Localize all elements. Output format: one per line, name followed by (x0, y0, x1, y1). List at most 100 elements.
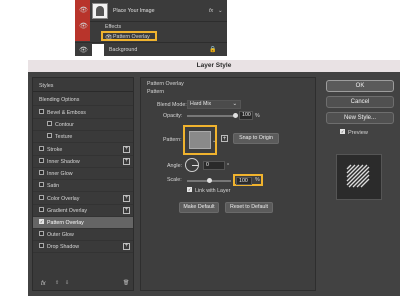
angle-input[interactable]: 0 (203, 161, 225, 170)
lock-icon: 🔒 (209, 47, 217, 53)
style-item-label: Stroke (47, 147, 63, 153)
style-item-outer-glow[interactable]: Outer Glow (33, 229, 133, 241)
eye-icon[interactable]: 👁 (79, 47, 88, 55)
degree-sign: ° (227, 163, 230, 169)
style-item-color-overlay[interactable]: Color Overlay + (33, 193, 133, 205)
style-item-pattern-overlay[interactable]: ✓ Pattern Overlay (33, 217, 133, 229)
checkbox[interactable] (39, 158, 44, 164)
style-item-satin[interactable]: Satin (33, 180, 133, 192)
layers-panel: 👁 Place Your Image fx ⌄ 👁 Effects 👁 Patt… (75, 0, 227, 56)
checkbox[interactable] (39, 109, 44, 115)
scale-slider-handle[interactable] (207, 178, 212, 183)
style-item-blending-options[interactable]: Blending Options (33, 94, 133, 106)
checkbox-checked[interactable]: ✓ (340, 129, 345, 135)
add-icon[interactable]: + (123, 146, 130, 153)
style-item-label: Inner Shadow (47, 159, 80, 165)
angle-value: 0 (206, 162, 209, 168)
checkbox[interactable] (47, 121, 52, 127)
opacity-slider-track[interactable] (187, 113, 238, 118)
checkbox[interactable] (39, 207, 44, 213)
style-item-label: Color Overlay (47, 196, 80, 202)
effects-row[interactable]: 👁 Effects (75, 22, 227, 31)
angle-label: Angle: (167, 163, 183, 169)
pattern-overlay-effect-row[interactable]: 👁 Pattern Overlay (75, 31, 227, 41)
scale-label: Scale: (167, 177, 182, 183)
style-item-label: Bevel & Emboss (47, 110, 86, 116)
style-item-gradient-overlay[interactable]: Gradient Overlay + (33, 205, 133, 217)
cancel-button[interactable]: Cancel (326, 96, 394, 108)
arrow-up-icon[interactable]: ⇧ (55, 280, 59, 286)
eye-icon[interactable]: 👁 (79, 23, 88, 31)
scale-percent: % (255, 177, 260, 183)
add-icon[interactable]: + (123, 243, 130, 250)
background-thumbnail (92, 44, 104, 56)
checkbox[interactable] (39, 146, 44, 152)
snap-to-origin-button[interactable]: Snap to Origin (233, 133, 279, 144)
group-title: Pattern (147, 89, 165, 95)
style-item-label: Gradient Overlay (47, 208, 88, 214)
checkbox[interactable] (47, 133, 52, 139)
opacity-slider-handle[interactable] (233, 113, 238, 118)
styles-list: Styles Blending Options Bevel & Emboss C… (32, 77, 134, 291)
opacity-value: 100 (242, 112, 251, 118)
fx-badge[interactable]: fx (209, 8, 213, 14)
checkbox[interactable] (39, 243, 44, 249)
chevron-down-icon[interactable]: ⌄ (218, 8, 222, 14)
add-icon[interactable]: + (123, 207, 130, 214)
preview-thumbnail (337, 155, 381, 199)
make-default-button[interactable]: Make Default (179, 202, 219, 213)
style-item-inner-glow[interactable]: Inner Glow (33, 168, 133, 180)
style-preview (336, 154, 382, 200)
checkbox[interactable] (39, 170, 44, 176)
pattern-picker-highlight[interactable]: ⌄ (183, 125, 217, 155)
preview-label: Preview (348, 130, 368, 136)
add-icon[interactable]: + (123, 158, 130, 165)
new-preset-icon[interactable]: + (221, 135, 228, 142)
add-icon[interactable]: + (123, 195, 130, 202)
ok-button[interactable]: OK (326, 80, 394, 92)
chevron-down-icon[interactable]: ⌄ (212, 138, 216, 144)
angle-dial[interactable] (185, 158, 199, 172)
style-item-contour[interactable]: Contour (33, 119, 133, 131)
link-with-layer-option[interactable]: ✓ Link with Layer (187, 187, 231, 194)
scale-input[interactable]: 100 (236, 177, 252, 185)
checkbox-checked[interactable]: ✓ (187, 187, 192, 193)
style-item-label: Inner Glow (47, 171, 73, 177)
preview-option[interactable]: ✓ Preview (340, 129, 368, 136)
link-with-layer-label: Link with Layer (195, 188, 231, 194)
checkbox[interactable] (39, 182, 44, 188)
scale-slider-track[interactable] (187, 178, 231, 183)
pattern-label: Pattern: (163, 137, 182, 143)
effects-label: Effects (105, 24, 122, 30)
style-item-drop-shadow[interactable]: Drop Shadow + (33, 241, 133, 253)
eye-icon[interactable]: 👁 (105, 34, 113, 41)
style-item-bevel-emboss[interactable]: Bevel & Emboss (33, 107, 133, 119)
chevron-down-icon: ⌄ (232, 101, 237, 107)
checkbox-checked[interactable]: ✓ (39, 219, 44, 225)
style-item-label: Pattern Overlay (47, 220, 84, 226)
reset-to-default-button[interactable]: Reset to Default (225, 202, 273, 213)
style-item-stroke[interactable]: Stroke + (33, 144, 133, 156)
checkbox[interactable] (39, 231, 44, 237)
opacity-label: Opacity: (163, 113, 183, 119)
checkbox[interactable] (39, 195, 44, 201)
trash-icon[interactable]: 🗑 (123, 280, 129, 286)
eye-icon[interactable]: 👁 (79, 7, 88, 15)
layer-row[interactable]: 👁 Place Your Image fx ⌄ (75, 0, 227, 22)
background-layer-row[interactable]: 👁 Background 🔒 (75, 42, 227, 56)
style-item-inner-shadow[interactable]: Inner Shadow + (33, 156, 133, 168)
effect-item-label: Pattern Overlay (113, 34, 150, 40)
pattern-swatch[interactable] (189, 131, 211, 149)
new-style-button[interactable]: New Style... (326, 112, 394, 124)
style-item-texture[interactable]: Texture (33, 131, 133, 143)
arrow-down-icon[interactable]: ⇩ (65, 280, 69, 286)
opacity-input[interactable]: 100 (239, 111, 253, 120)
styles-header[interactable]: Styles (33, 80, 133, 92)
blend-mode-label: Blend Mode: (157, 102, 187, 108)
style-item-label: Blending Options (39, 97, 80, 103)
style-item-label: Satin (47, 183, 60, 189)
fx-menu-icon[interactable]: fx (41, 281, 46, 287)
dialog-title: Layer Style (28, 60, 400, 72)
layer-style-dialog: Layer Style Styles Blending Options Beve… (28, 60, 400, 296)
blend-mode-select[interactable]: Hard Mix ⌄ (187, 100, 241, 109)
